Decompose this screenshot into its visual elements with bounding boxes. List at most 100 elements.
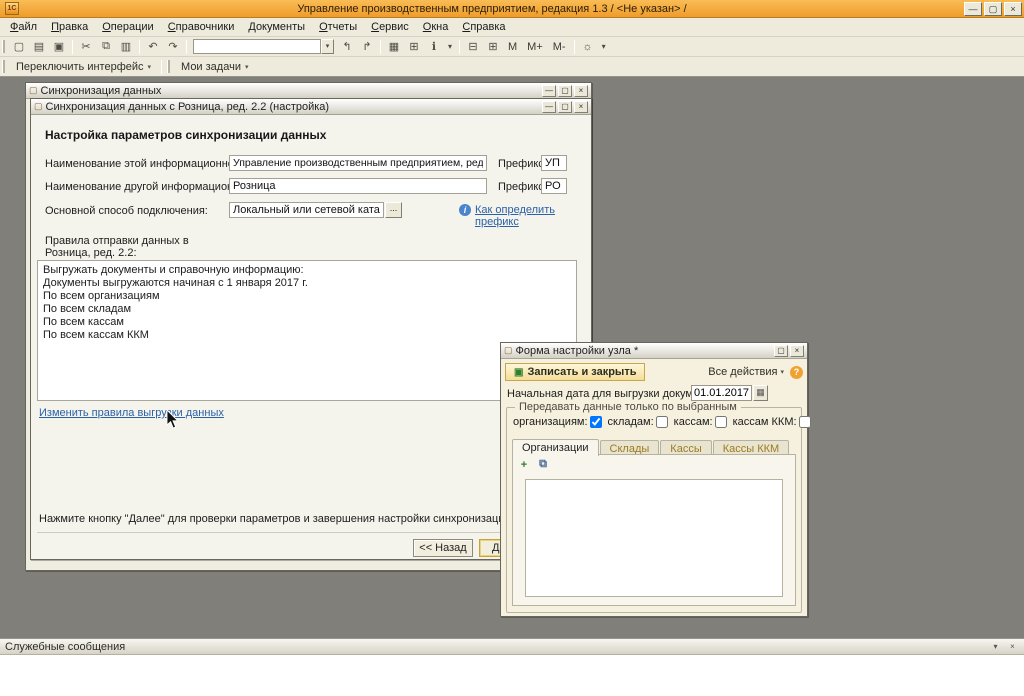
save-icon[interactable]: ▣: [50, 39, 68, 55]
main-toolbar: ▢▤▣✂⧉▥↶↷▾↰↱▦⊞ℹ▾⊟⊞ММ+М-☼▾: [0, 37, 1024, 57]
paste-icon[interactable]: ▥: [117, 39, 135, 55]
menu-item-6[interactable]: Сервис: [364, 19, 416, 35]
memory-plus-button[interactable]: М+: [523, 40, 547, 54]
cut-icon[interactable]: ✂: [77, 39, 95, 55]
filter-checkbox[interactable]: [799, 416, 811, 428]
toolbar-grip[interactable]: [2, 40, 5, 53]
menu-item-0[interactable]: Файл: [3, 19, 44, 35]
sync-window-titlebar[interactable]: ▢ Синхронизация данных — ▢ ×: [26, 83, 591, 99]
toolbar-separator: [459, 40, 460, 54]
info-icon[interactable]: ℹ: [425, 39, 443, 55]
other-base-prefix-input[interactable]: [541, 178, 567, 194]
minimize-icon[interactable]: —: [542, 85, 556, 97]
collapse-icon[interactable]: ▾: [989, 640, 1002, 653]
grid-icon[interactable]: ⊞: [484, 39, 502, 55]
maximize-icon[interactable]: ▢: [774, 345, 788, 357]
help-icon[interactable]: ?: [790, 366, 803, 379]
undo-icon[interactable]: ↶: [144, 39, 162, 55]
all-actions-button[interactable]: Все действия ▾: [708, 366, 784, 378]
window-doc-icon: ▢: [34, 101, 43, 112]
minimize-icon[interactable]: —: [542, 101, 556, 113]
start-date-input[interactable]: [691, 385, 752, 401]
filter-checkbox[interactable]: [590, 416, 602, 428]
calendar-picker-icon[interactable]: ▦: [753, 385, 768, 401]
toolbar-grip[interactable]: [167, 60, 170, 73]
close-icon[interactable]: ×: [574, 101, 588, 113]
other-base-input[interactable]: [229, 178, 487, 194]
redo-icon[interactable]: ↷: [164, 39, 182, 55]
switch-interface-label: Переключить интерфейс: [16, 61, 144, 73]
maximize-icon[interactable]: ▢: [984, 2, 1002, 16]
menu-item-1[interactable]: Правка: [44, 19, 95, 35]
node-form-command-bar: ▣ Записать и закрыть Все действия ▾ ?: [505, 362, 803, 382]
save-icon: ▣: [514, 367, 523, 378]
filter-checkbox[interactable]: [656, 416, 668, 428]
filter-item-3[interactable]: кассам ККМ:: [733, 416, 813, 428]
wizard-titlebar[interactable]: ▢ Синхронизация данных с Розница, ред. 2…: [31, 99, 591, 115]
this-base-prefix-input[interactable]: [541, 155, 567, 171]
add-icon[interactable]: +: [516, 457, 532, 472]
menu-item-8[interactable]: Справка: [455, 19, 512, 35]
rules-box: Выгружать документы и справочную информа…: [37, 260, 577, 401]
change-rules-link[interactable]: Изменить правила выгрузки данных: [39, 407, 224, 419]
toolbar-grip[interactable]: [2, 60, 5, 73]
memory-minus-button[interactable]: М-: [549, 40, 570, 54]
rules-line: По всем складам: [43, 303, 571, 316]
rules-label-line1: Правила отправки данных в: [45, 235, 189, 247]
close-icon[interactable]: ×: [1006, 640, 1019, 653]
new-document-icon[interactable]: ▢: [10, 39, 28, 55]
wizard-title: Синхронизация данных с Розница, ред. 2.2…: [46, 101, 540, 113]
menu-item-7[interactable]: Окна: [416, 19, 456, 35]
browse-button[interactable]: ...: [385, 202, 402, 218]
filter-item-2[interactable]: кассам:: [674, 416, 729, 428]
organizations-list[interactable]: [525, 479, 783, 597]
switch-interface-button[interactable]: Переключить интерфейс ▾: [9, 59, 158, 75]
filter-label: складам:: [608, 416, 654, 428]
toolbar-separator: [72, 40, 73, 54]
my-tasks-button[interactable]: Мои задачи ▾: [174, 59, 255, 75]
close-icon[interactable]: ×: [790, 345, 804, 357]
node-form-titlebar[interactable]: ▢ Форма настройки узла * ▢ ×: [501, 343, 807, 359]
menu-item-4[interactable]: Документы: [241, 19, 312, 35]
maximize-icon[interactable]: ▢: [558, 85, 572, 97]
rules-line: По всем кассам: [43, 316, 571, 329]
maximize-icon[interactable]: ▢: [558, 101, 572, 113]
messages-panel-header[interactable]: Служебные сообщения ▾ ×: [0, 638, 1024, 655]
quick-search-input[interactable]: [193, 39, 321, 54]
rules-line: Выгружать документы и справочную информа…: [43, 264, 571, 277]
all-actions-label: Все действия: [708, 366, 777, 378]
back-button[interactable]: << Назад: [413, 539, 473, 557]
filter-item-1[interactable]: складам:: [608, 416, 670, 428]
menu-item-3[interactable]: Справочники: [161, 19, 242, 35]
find-next-icon[interactable]: ↱: [358, 39, 376, 55]
find-prev-icon[interactable]: ↰: [338, 39, 356, 55]
memory-button[interactable]: М: [504, 40, 521, 54]
this-base-input[interactable]: [229, 155, 487, 171]
filter-group-label: Передавать данные только по выбранным: [515, 401, 741, 413]
app-titlebar[interactable]: 1С Управление производственным предприят…: [0, 0, 1024, 18]
prefix-hint-link[interactable]: Как определить префикс: [475, 204, 591, 228]
close-icon[interactable]: ×: [1004, 2, 1022, 16]
menu-item-5[interactable]: Отчеты: [312, 19, 364, 35]
menu-item-2[interactable]: Операции: [95, 19, 160, 35]
filter-item-0[interactable]: организациям:: [513, 416, 604, 428]
tab-0[interactable]: Организации: [512, 439, 599, 456]
table-icon[interactable]: ⊟: [464, 39, 482, 55]
connection-input[interactable]: [229, 202, 384, 218]
tips-icon[interactable]: ☼: [579, 39, 597, 55]
open-icon[interactable]: ▤: [30, 39, 48, 55]
pick-icon[interactable]: ⧉: [535, 457, 551, 472]
copy-icon[interactable]: ⧉: [97, 39, 115, 55]
calculator-icon[interactable]: ▦: [385, 39, 403, 55]
quick-search-dropdown-icon[interactable]: ▾: [321, 39, 334, 54]
close-icon[interactable]: ×: [574, 85, 588, 97]
tips-dropdown-icon[interactable]: ▾: [599, 39, 609, 55]
messages-panel-icons: ▾ ×: [989, 640, 1019, 653]
info-dropdown-icon[interactable]: ▾: [445, 39, 455, 55]
toolbar-separator: [380, 40, 381, 54]
filter-checkbox[interactable]: [715, 416, 727, 428]
toolbar-separator: [574, 40, 575, 54]
minimize-icon[interactable]: —: [964, 2, 982, 16]
save-and-close-button[interactable]: ▣ Записать и закрыть: [505, 363, 645, 381]
calendar-icon[interactable]: ⊞: [405, 39, 423, 55]
